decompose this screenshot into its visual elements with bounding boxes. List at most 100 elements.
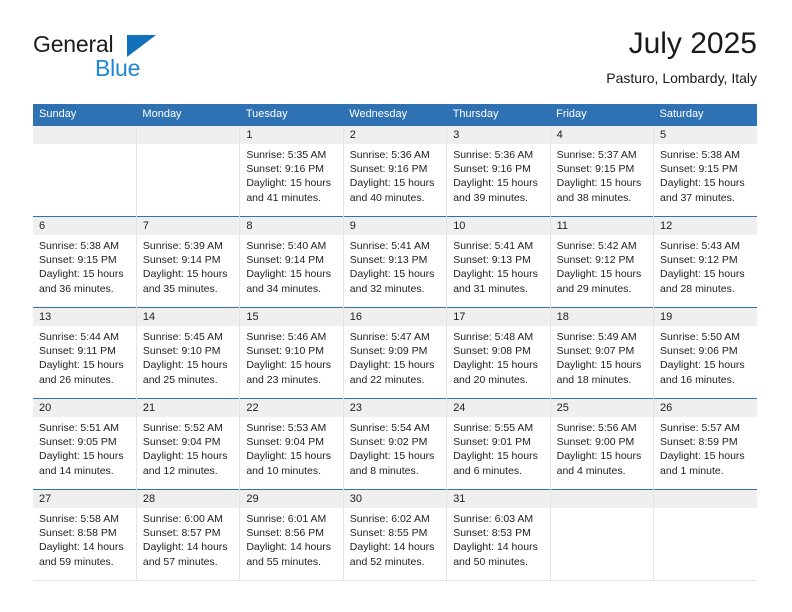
day-details: Sunrise: 5:37 AM Sunset: 9:15 PM Daylight:… bbox=[551, 144, 653, 205]
calendar-day-cell[interactable]: 7 Sunrise: 5:39 AM Sunset: 9:14 PM Daylight… bbox=[135, 216, 240, 308]
calendar-day-cell[interactable]: 26 Sunrise: 5:57 AM Sunset: 8:59 PM Dayligh… bbox=[653, 398, 757, 490]
day-number: 6 bbox=[33, 217, 136, 235]
calendar-day-cell[interactable]: 18 Sunrise: 5:49 AM Sunset: 9:07 PM Dayligh… bbox=[549, 307, 654, 399]
day-details: Sunrise: 5:51 AM Sunset: 9:05 PM Daylight:… bbox=[33, 417, 136, 478]
calendar-week-row: 6 Sunrise: 5:38 AM Sunset: 9:15 PM Daylight… bbox=[33, 216, 757, 308]
sunrise-text: Sunrise: 5:58 AM bbox=[39, 513, 119, 525]
day-details: Sunrise: 5:36 AM Sunset: 9:16 PM Daylight:… bbox=[344, 144, 446, 205]
daylight-text-line2: and 57 minutes. bbox=[142, 555, 218, 568]
general-blue-logo[interactable]: General Blue bbox=[33, 32, 253, 88]
daylight-text-line2: and 10 minutes. bbox=[246, 464, 322, 477]
day-number: 25 bbox=[550, 399, 654, 417]
calendar-page: General Blue July 2025 Pasturo, Lombardy… bbox=[0, 0, 792, 612]
day-number: 24 bbox=[447, 399, 550, 417]
calendar-day-cell[interactable]: 30 Sunrise: 6:02 AM Sunset: 8:55 PM Dayligh… bbox=[342, 489, 447, 581]
calendar-day-cell[interactable]: 16 Sunrise: 5:47 AM Sunset: 9:09 PM Dayligh… bbox=[342, 307, 447, 399]
calendar-day-cell-empty bbox=[549, 489, 654, 581]
calendar-day-cell[interactable]: 10 Sunrise: 5:41 AM Sunset: 9:13 PM Dayligh… bbox=[446, 216, 551, 308]
calendar-day-cell[interactable]: 13 Sunrise: 5:44 AM Sunset: 9:11 PM Dayligh… bbox=[33, 307, 137, 399]
page-subtitle: Pasturo, Lombardy, Italy bbox=[606, 70, 757, 86]
calendar-day-cell[interactable]: 19 Sunrise: 5:50 AM Sunset: 9:06 PM Dayligh… bbox=[653, 307, 757, 399]
sunrise-text: Sunrise: 5:39 AM bbox=[142, 240, 223, 252]
sunrise-text: Sunrise: 5:53 AM bbox=[246, 422, 327, 434]
day-number: 30 bbox=[343, 490, 447, 508]
sunrise-text: Sunrise: 6:01 AM bbox=[246, 513, 327, 525]
day-number: 27 bbox=[33, 490, 136, 508]
calendar-day-cell[interactable]: 2 Sunrise: 5:36 AM Sunset: 9:16 PM Daylight… bbox=[342, 126, 447, 217]
calendar-day-cell[interactable]: 28 Sunrise: 6:00 AM Sunset: 8:57 PM Dayligh… bbox=[135, 489, 240, 581]
daylight-text-line2: and 4 minutes. bbox=[556, 464, 626, 477]
calendar-day-cell[interactable]: 3 Sunrise: 5:36 AM Sunset: 9:16 PM Daylight… bbox=[446, 126, 551, 217]
calendar-day-cell[interactable]: 14 Sunrise: 5:45 AM Sunset: 9:10 PM Dayligh… bbox=[135, 307, 240, 399]
sunset-text: Sunset: 9:04 PM bbox=[246, 436, 324, 449]
calendar-day-cell[interactable]: 17 Sunrise: 5:48 AM Sunset: 9:08 PM Dayligh… bbox=[446, 307, 551, 399]
day-details: Sunrise: 5:44 AM Sunset: 9:11 PM Daylight:… bbox=[33, 326, 136, 387]
daylight-text-line1: Daylight: 14 hours bbox=[39, 541, 124, 554]
calendar-day-cell[interactable]: 5 Sunrise: 5:38 AM Sunset: 9:15 PM Daylight… bbox=[653, 126, 757, 217]
sunrise-text: Sunrise: 5:50 AM bbox=[660, 331, 740, 343]
calendar-day-cell-empty bbox=[135, 126, 240, 217]
month-calendar: Sunday Monday Tuesday Wednesday Thursday… bbox=[33, 104, 757, 581]
sunset-text: Sunset: 8:57 PM bbox=[142, 527, 221, 540]
sunset-text: Sunset: 9:16 PM bbox=[453, 163, 531, 176]
calendar-day-cell[interactable]: 8 Sunrise: 5:40 AM Sunset: 9:14 PM Daylight… bbox=[239, 216, 344, 308]
day-number: 16 bbox=[343, 308, 447, 326]
sunset-text: Sunset: 9:10 PM bbox=[142, 345, 221, 358]
daylight-text-line1: Daylight: 15 hours bbox=[453, 268, 538, 281]
day-details: Sunrise: 5:58 AM Sunset: 8:58 PM Daylight:… bbox=[33, 508, 136, 569]
sunset-text: Sunset: 9:11 PM bbox=[39, 345, 116, 358]
daylight-text-line2: and 16 minutes. bbox=[660, 373, 735, 386]
day-details: Sunrise: 5:50 AM Sunset: 9:06 PM Daylight:… bbox=[654, 326, 757, 387]
sunrise-text: Sunrise: 5:43 AM bbox=[660, 240, 740, 252]
calendar-day-cell[interactable]: 15 Sunrise: 5:46 AM Sunset: 9:10 PM Dayligh… bbox=[239, 307, 344, 399]
day-number bbox=[136, 126, 240, 144]
day-details: Sunrise: 5:48 AM Sunset: 9:08 PM Daylight:… bbox=[447, 326, 549, 387]
calendar-day-cell[interactable]: 4 Sunrise: 5:37 AM Sunset: 9:15 PM Daylight… bbox=[549, 126, 654, 217]
calendar-week-row: 20 Sunrise: 5:51 AM Sunset: 9:05 PM Dayligh… bbox=[33, 398, 757, 490]
daylight-text-line2: and 31 minutes. bbox=[453, 282, 528, 295]
weekday-header-tuesday: Tuesday bbox=[239, 104, 344, 126]
day-details: Sunrise: 5:43 AM Sunset: 9:12 PM Daylight:… bbox=[654, 235, 757, 296]
calendar-day-cell[interactable]: 21 Sunrise: 5:52 AM Sunset: 9:04 PM Dayligh… bbox=[135, 398, 240, 490]
day-number: 4 bbox=[550, 126, 654, 144]
calendar-day-cell[interactable]: 22 Sunrise: 5:53 AM Sunset: 9:04 PM Dayligh… bbox=[239, 398, 344, 490]
calendar-day-cell[interactable]: 29 Sunrise: 6:01 AM Sunset: 8:56 PM Dayligh… bbox=[239, 489, 344, 581]
day-number: 3 bbox=[447, 126, 550, 144]
sunrise-text: Sunrise: 5:41 AM bbox=[453, 240, 534, 252]
calendar-week-row: 13 Sunrise: 5:44 AM Sunset: 9:11 PM Dayligh… bbox=[33, 307, 757, 399]
weekday-header-thursday: Thursday bbox=[446, 104, 551, 126]
calendar-day-cell[interactable]: 9 Sunrise: 5:41 AM Sunset: 9:13 PM Daylight… bbox=[342, 216, 447, 308]
day-details: Sunrise: 5:40 AM Sunset: 9:14 PM Daylight:… bbox=[240, 235, 342, 296]
sunrise-text: Sunrise: 5:49 AM bbox=[556, 331, 637, 343]
daylight-text-line2: and 6 minutes. bbox=[453, 464, 523, 477]
daylight-text-line2: and 18 minutes. bbox=[556, 373, 632, 386]
daylight-text-line1: Daylight: 14 hours bbox=[142, 541, 228, 554]
sunset-text: Sunset: 9:15 PM bbox=[660, 163, 738, 176]
daylight-text-line1: Daylight: 14 hours bbox=[349, 541, 435, 554]
sunrise-text: Sunrise: 6:00 AM bbox=[142, 513, 223, 525]
sunrise-text: Sunrise: 5:41 AM bbox=[349, 240, 430, 252]
sunrise-text: Sunrise: 5:36 AM bbox=[453, 149, 534, 161]
sunset-text: Sunset: 9:13 PM bbox=[453, 254, 531, 267]
day-details: Sunrise: 5:46 AM Sunset: 9:10 PM Daylight:… bbox=[240, 326, 342, 387]
sunrise-text: Sunrise: 5:55 AM bbox=[453, 422, 534, 434]
daylight-text-line2: and 40 minutes. bbox=[349, 191, 425, 204]
daylight-text-line1: Daylight: 15 hours bbox=[349, 268, 435, 281]
calendar-day-cell[interactable]: 27 Sunrise: 5:58 AM Sunset: 8:58 PM Dayligh… bbox=[33, 489, 137, 581]
calendar-day-cell[interactable]: 24 Sunrise: 5:55 AM Sunset: 9:01 PM Dayligh… bbox=[446, 398, 551, 490]
calendar-day-cell[interactable]: 6 Sunrise: 5:38 AM Sunset: 9:15 PM Daylight… bbox=[33, 216, 137, 308]
calendar-day-cell[interactable]: 20 Sunrise: 5:51 AM Sunset: 9:05 PM Dayligh… bbox=[33, 398, 137, 490]
sunset-text: Sunset: 9:10 PM bbox=[246, 345, 324, 358]
daylight-text-line1: Daylight: 14 hours bbox=[453, 541, 538, 554]
calendar-day-cell[interactable]: 11 Sunrise: 5:42 AM Sunset: 9:12 PM Dayligh… bbox=[549, 216, 654, 308]
calendar-day-cell[interactable]: 25 Sunrise: 5:56 AM Sunset: 9:00 PM Dayligh… bbox=[549, 398, 654, 490]
day-details: Sunrise: 5:56 AM Sunset: 9:00 PM Daylight:… bbox=[551, 417, 653, 478]
sunset-text: Sunset: 9:01 PM bbox=[453, 436, 531, 449]
sunrise-text: Sunrise: 5:35 AM bbox=[246, 149, 327, 161]
calendar-day-cell[interactable]: 23 Sunrise: 5:54 AM Sunset: 9:02 PM Dayligh… bbox=[342, 398, 447, 490]
calendar-day-cell[interactable]: 31 Sunrise: 6:03 AM Sunset: 8:53 PM Dayligh… bbox=[446, 489, 551, 581]
calendar-day-cell[interactable]: 1 Sunrise: 5:35 AM Sunset: 9:16 PM Daylight… bbox=[239, 126, 344, 217]
daylight-text-line1: Daylight: 15 hours bbox=[453, 177, 538, 190]
calendar-day-cell[interactable]: 12 Sunrise: 5:43 AM Sunset: 9:12 PM Dayligh… bbox=[653, 216, 757, 308]
sunset-text: Sunset: 9:15 PM bbox=[39, 254, 117, 267]
